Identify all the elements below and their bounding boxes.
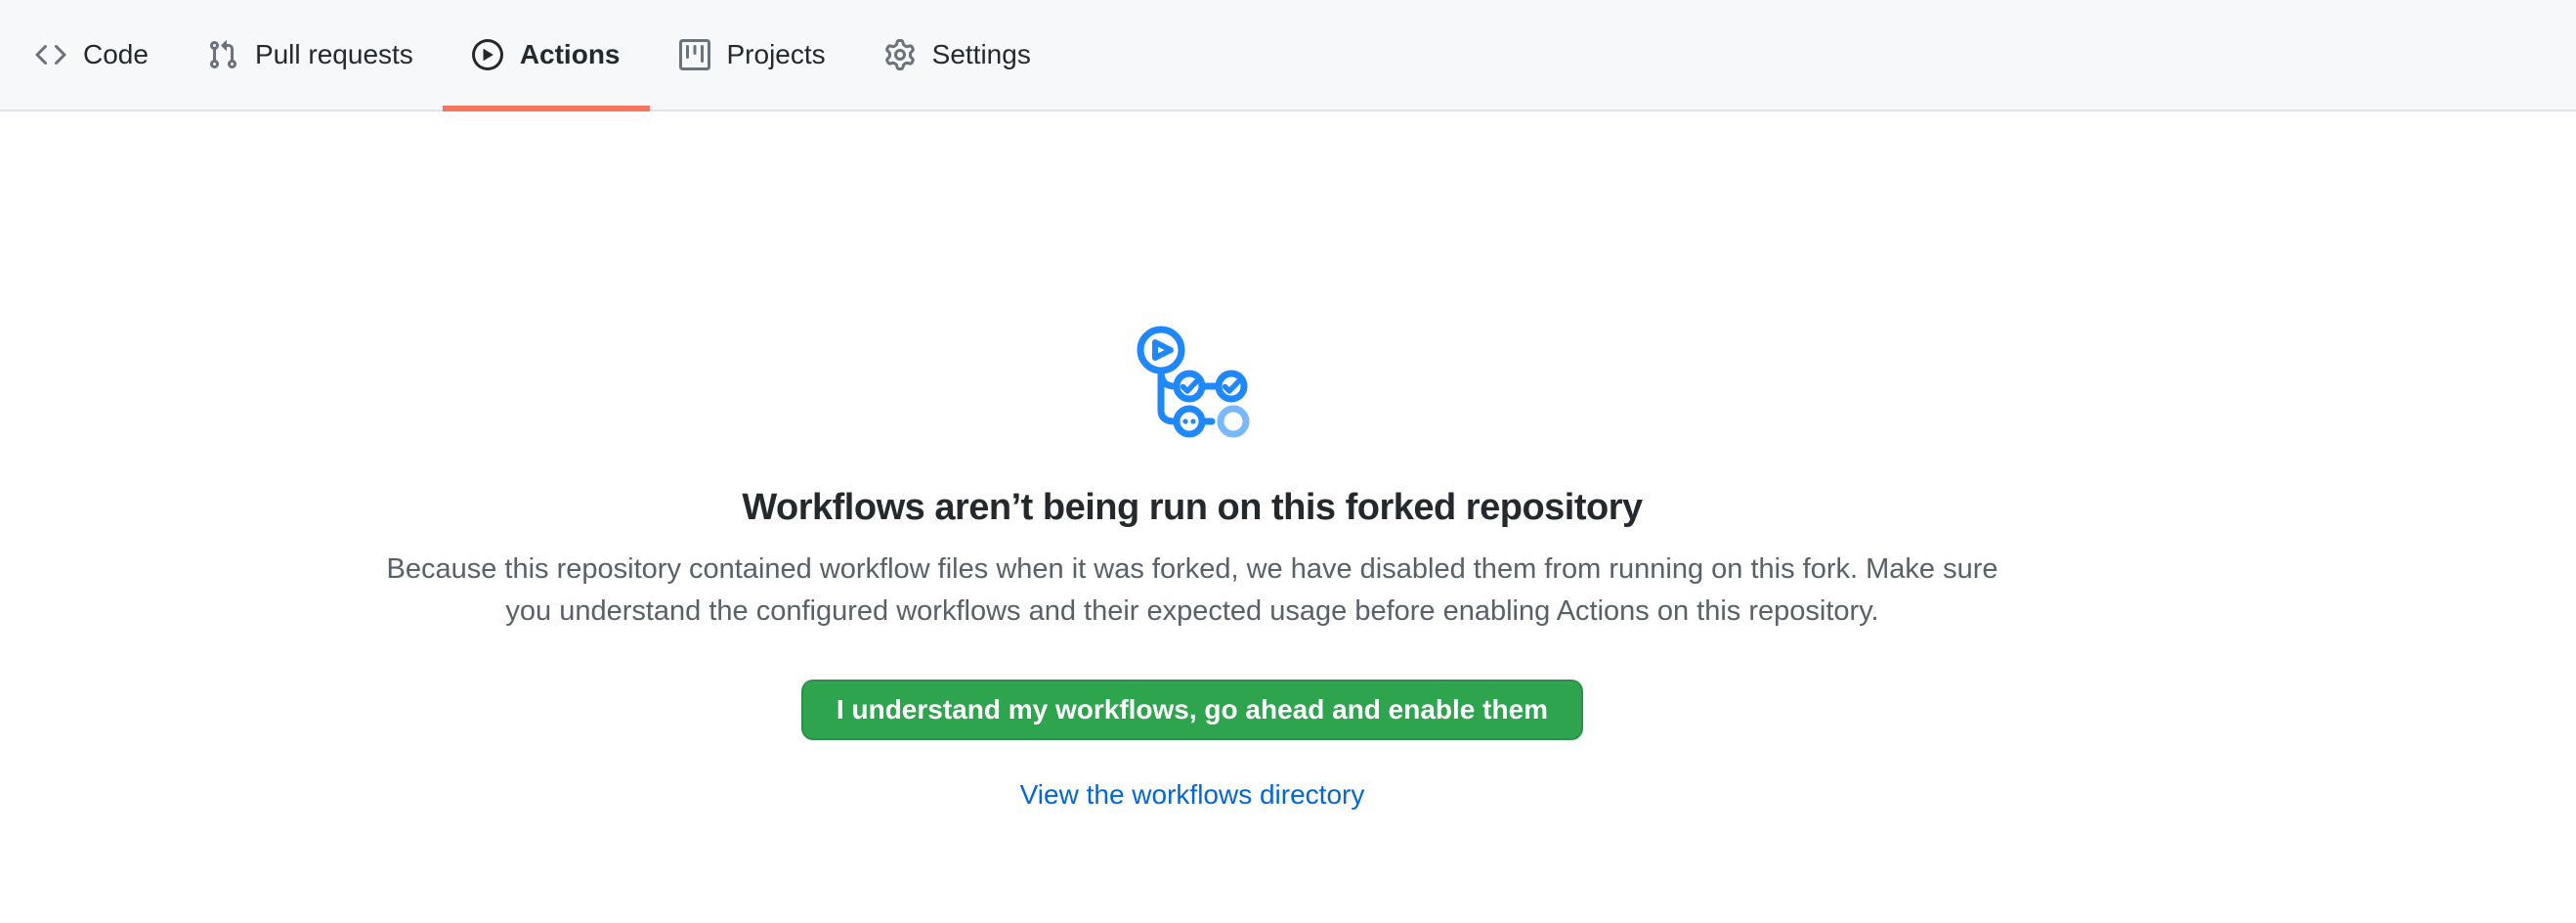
empty-state-title: Workflows aren’t being run on this forke… bbox=[742, 487, 1642, 529]
project-icon bbox=[679, 39, 710, 70]
empty-state-description: Because this repository contained workfl… bbox=[386, 549, 1998, 633]
tab-actions-label: Actions bbox=[520, 41, 621, 68]
tab-actions[interactable]: Actions bbox=[443, 0, 650, 110]
repo-nav: Code Pull requests Actions Projects Sett… bbox=[0, 0, 2576, 111]
tab-settings[interactable]: Settings bbox=[855, 0, 1060, 110]
tab-pull-requests-label: Pull requests bbox=[255, 41, 413, 68]
tab-projects-label: Projects bbox=[727, 41, 826, 68]
workflow-graph-icon bbox=[1131, 321, 1254, 444]
code-icon bbox=[35, 39, 66, 70]
play-icon bbox=[472, 39, 503, 70]
actions-empty-state: Workflows aren’t being run on this forke… bbox=[0, 111, 2384, 811]
view-workflows-directory-link[interactable]: View the workflows directory bbox=[1020, 779, 1365, 811]
tab-projects[interactable]: Projects bbox=[650, 0, 855, 110]
tab-code[interactable]: Code bbox=[6, 0, 178, 110]
tab-pull-requests[interactable]: Pull requests bbox=[178, 0, 443, 110]
gear-icon bbox=[884, 39, 916, 70]
enable-workflows-button[interactable]: I understand my workflows, go ahead and … bbox=[801, 680, 1583, 740]
tab-settings-label: Settings bbox=[932, 41, 1031, 68]
tab-code-label: Code bbox=[83, 41, 149, 68]
git-pull-request-icon bbox=[207, 39, 238, 70]
